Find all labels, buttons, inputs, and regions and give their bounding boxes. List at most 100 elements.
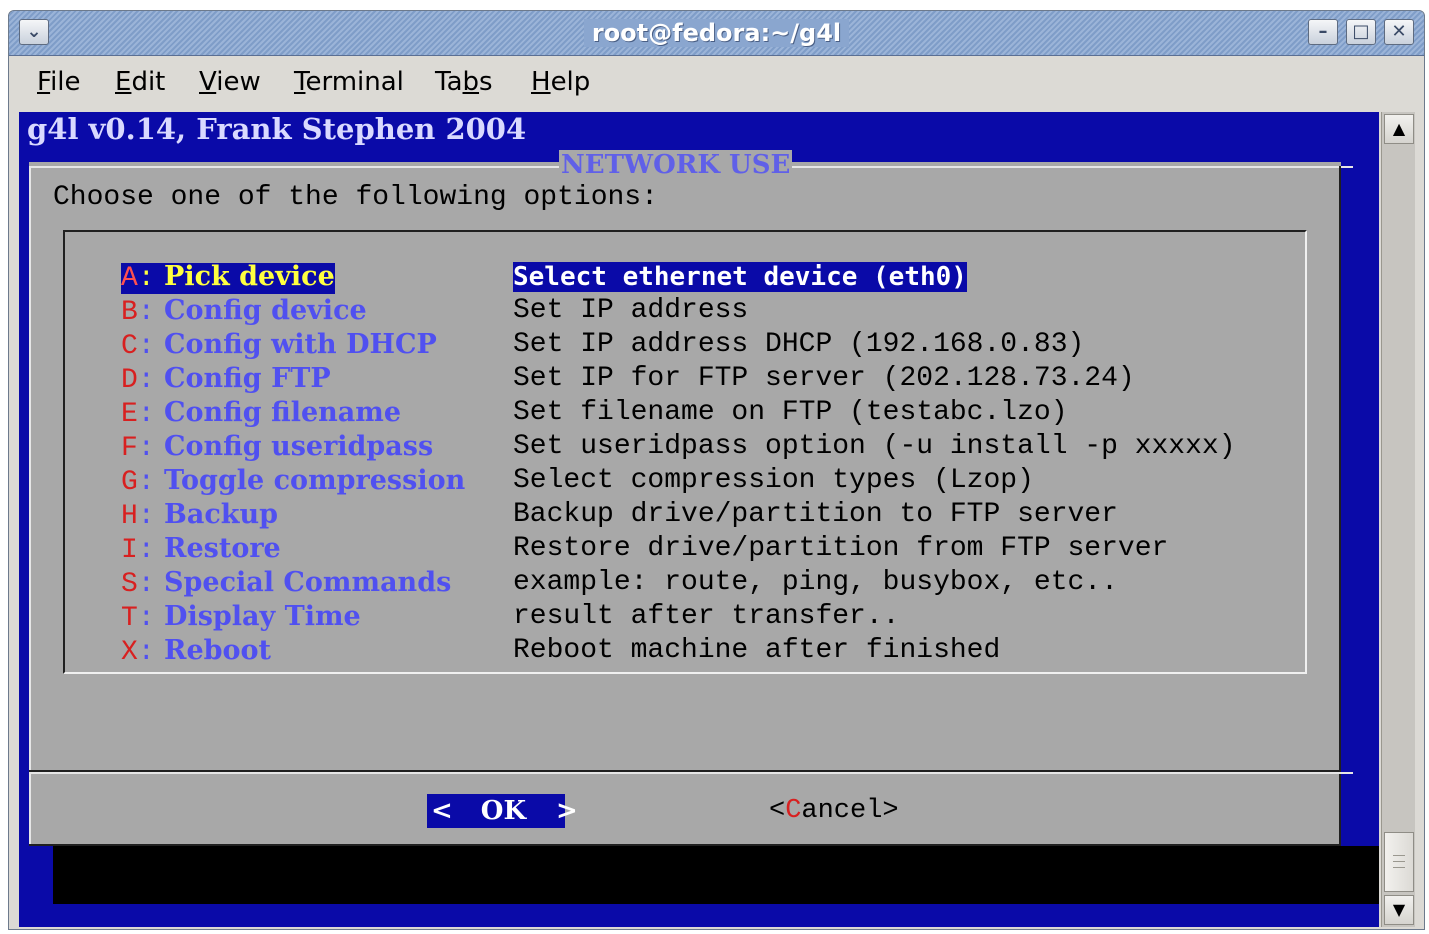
option-separator: : <box>137 603 155 634</box>
option-label: Reboot <box>154 635 272 666</box>
menu-help[interactable]: Help <box>531 67 590 97</box>
dialog-title: NETWORK USE <box>559 150 793 180</box>
option-hotkey: S <box>121 569 138 600</box>
option-label: Special Commands <box>154 567 452 598</box>
menu-view[interactable]: View <box>199 67 261 97</box>
option-description-text: Set IP address DHCP (192.168.0.83) <box>513 329 1085 360</box>
window-title: root@fedora:~/g4l <box>9 19 1424 47</box>
menu-option[interactable]: B: Config device <box>121 294 367 328</box>
close-button[interactable]: ✕ <box>1384 19 1414 45</box>
option-description-text: Select compression types (Lzop) <box>513 465 1034 496</box>
title-bar[interactable]: ⌄ root@fedora:~/g4l – □ ✕ <box>9 11 1424 56</box>
menu-option[interactable]: H: Backup <box>121 498 278 532</box>
option-description[interactable]: Set IP for FTP server (202.128.73.24) <box>513 362 1135 396</box>
dialog-prompt: Choose one of the following options: <box>53 182 658 213</box>
option-description[interactable]: Set filename on FTP (testabc.lzo) <box>513 396 1068 430</box>
option-description[interactable]: Backup drive/partition to FTP server <box>513 498 1118 532</box>
option-separator: : <box>137 637 155 668</box>
option-label: Config with DHCP <box>154 329 437 360</box>
option-hotkey: E <box>121 399 138 430</box>
menu-option[interactable]: S: Special Commands <box>121 566 451 600</box>
app-header: g4l v0.14, Frank Stephen 2004 <box>27 112 527 146</box>
option-description-text: Select ethernet device (eth0) <box>513 262 967 292</box>
option-description-text: Set IP address <box>513 295 749 326</box>
option-separator: : <box>137 535 155 566</box>
menu-option[interactable]: F: Config useridpass <box>121 430 433 464</box>
option-description[interactable]: Set useridpass option (-u install -p xxx… <box>513 430 1236 464</box>
option-description[interactable]: Reboot machine after finished <box>513 634 1000 668</box>
ok-button[interactable]: < OK > <box>427 794 578 828</box>
option-hotkey: F <box>121 433 138 464</box>
option-description[interactable]: Set IP address DHCP (192.168.0.83) <box>513 328 1084 362</box>
option-hotkey: H <box>121 501 138 532</box>
menu-bar: File Edit View Terminal Tabs Help <box>9 56 1424 108</box>
menu-terminal[interactable]: Terminal <box>294 67 404 97</box>
terminal-window: ⌄ root@fedora:~/g4l – □ ✕ File Edit View… <box>8 10 1425 930</box>
option-separator: : <box>137 297 155 328</box>
option-description[interactable]: Restore drive/partition from FTP server <box>513 532 1168 566</box>
option-separator: : <box>137 263 155 294</box>
option-description-text: Backup drive/partition to FTP server <box>513 499 1118 530</box>
cancel-button[interactable]: <Cancel> <box>769 794 899 828</box>
menu-file[interactable]: File <box>37 67 81 97</box>
terminal-screen[interactable]: g4l v0.14, Frank Stephen 2004 NETWORK US… <box>19 112 1379 927</box>
option-separator: : <box>137 331 155 362</box>
menu-option[interactable]: A: Pick device <box>121 260 335 294</box>
menu-option[interactable]: C: Config with DHCP <box>121 328 437 362</box>
menu-option[interactable]: D: Config FTP <box>121 362 331 396</box>
option-hotkey: G <box>121 467 138 498</box>
option-description-text: result after transfer.. <box>513 601 900 632</box>
option-label: Config filename <box>154 397 401 428</box>
option-description[interactable]: Set IP address <box>513 294 748 328</box>
option-label: Toggle compression <box>154 465 466 496</box>
option-label: Config FTP <box>154 363 331 394</box>
option-description-text: Set IP for FTP server (202.128.73.24) <box>513 363 1135 394</box>
option-hotkey: X <box>121 637 138 668</box>
menu-option[interactable]: I: Restore <box>121 532 281 566</box>
dialog-border-left <box>29 166 31 846</box>
maximize-icon: □ <box>1352 21 1370 42</box>
scrollbar-thumb[interactable] <box>1384 832 1414 892</box>
option-hotkey: T <box>121 603 138 634</box>
option-description-text: Reboot machine after finished <box>513 635 1001 666</box>
vertical-scrollbar[interactable]: ▲ ▼ <box>1381 112 1415 927</box>
option-description-text: example: route, ping, busybox, etc.. <box>513 567 1118 598</box>
option-label: Restore <box>154 533 281 564</box>
dialog-border-right <box>1339 166 1341 846</box>
option-label: Config device <box>154 295 367 326</box>
option-description[interactable]: result after transfer.. <box>513 600 899 634</box>
minimize-icon: – <box>1318 21 1328 42</box>
option-description-text: Restore drive/partition from FTP server <box>513 533 1169 564</box>
option-hotkey: B <box>121 297 138 328</box>
scroll-up-button[interactable]: ▲ <box>1384 114 1414 144</box>
option-label: Display Time <box>154 601 361 632</box>
option-separator: : <box>137 399 155 430</box>
window-title-text: root@fedora:~/g4l <box>583 19 850 47</box>
option-hotkey: A <box>121 263 138 294</box>
menu-option[interactable]: G: Toggle compression <box>121 464 465 498</box>
button-area-divider-light <box>29 772 1353 774</box>
option-description[interactable]: Select ethernet device (eth0) <box>513 260 967 294</box>
minimize-button[interactable]: – <box>1308 19 1338 45</box>
option-label: Pick device <box>154 261 335 292</box>
dialog-border-bottom <box>29 844 1341 846</box>
option-hotkey: I <box>121 535 138 566</box>
option-separator: : <box>137 569 155 600</box>
option-description[interactable]: example: route, ping, busybox, etc.. <box>513 566 1118 600</box>
option-hotkey: D <box>121 365 138 396</box>
option-separator: : <box>137 467 155 498</box>
scroll-up-arrow-icon: ▲ <box>1392 119 1406 138</box>
option-description-text: Set filename on FTP (testabc.lzo) <box>513 397 1068 428</box>
scroll-down-button[interactable]: ▼ <box>1384 895 1414 925</box>
menu-option[interactable]: X: Reboot <box>121 634 271 668</box>
menu-tabs[interactable]: Tabs <box>435 67 493 97</box>
menu-edit[interactable]: Edit <box>115 67 165 97</box>
menu-option[interactable]: E: Config filename <box>121 396 401 430</box>
scroll-down-arrow-icon: ▼ <box>1392 900 1406 919</box>
menu-option[interactable]: T: Display Time <box>121 600 361 634</box>
dialog-shadow <box>53 846 1379 904</box>
close-icon: ✕ <box>1391 21 1407 42</box>
option-description-text: Set useridpass option (-u install -p xxx… <box>513 431 1236 462</box>
option-description[interactable]: Select compression types (Lzop) <box>513 464 1034 498</box>
maximize-button[interactable]: □ <box>1346 19 1376 45</box>
